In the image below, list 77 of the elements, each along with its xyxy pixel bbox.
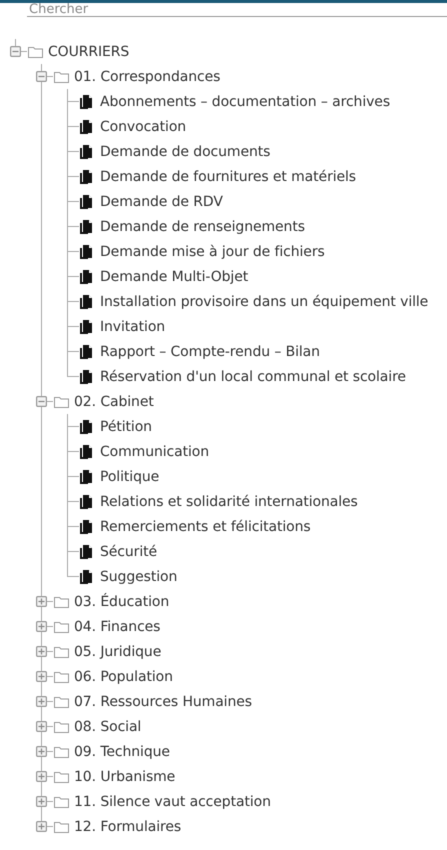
collapse-toggle-icon[interactable] (10, 46, 20, 57)
tree-item-label[interactable]: 09. Technique (74, 744, 170, 760)
folder-icon (54, 646, 69, 658)
tree-item-label[interactable]: Communication (100, 444, 210, 460)
expand-toggle-icon[interactable] (36, 596, 46, 607)
tree-item-label[interactable]: 05. Juridique (74, 644, 162, 660)
documents-icon (80, 320, 92, 334)
documents-icon (80, 120, 92, 134)
documents-icon (80, 520, 92, 534)
tree-item-label[interactable]: Demande de RDV (100, 194, 223, 210)
tree-item-label[interactable]: Installation provisoire dans un équipement ville (100, 294, 428, 310)
folder-icon (54, 746, 69, 758)
expand-toggle-icon[interactable] (36, 796, 46, 807)
tree-item-label[interactable]: 03. Éducation (74, 594, 170, 610)
collapse-toggle-icon[interactable] (36, 71, 46, 82)
tree-item-label[interactable]: 06. Population (74, 668, 173, 684)
documents-icon (80, 544, 92, 558)
expand-toggle-icon[interactable] (36, 821, 46, 832)
documents-icon (80, 170, 92, 184)
tree-item-label[interactable]: 08. Social (74, 718, 142, 734)
tree-item-label[interactable]: Réservation d'un local communal et scolaire (100, 368, 406, 384)
documents-icon (80, 370, 92, 384)
collapse-toggle-icon[interactable] (36, 396, 46, 407)
expand-toggle-icon[interactable] (36, 621, 46, 632)
documents-icon (80, 94, 92, 108)
expand-toggle-icon[interactable] (36, 696, 46, 707)
expand-toggle-icon[interactable] (36, 671, 46, 682)
documents-icon (80, 420, 92, 434)
folder-icon (54, 796, 69, 808)
documents-icon (80, 470, 92, 484)
folder-icon (54, 696, 69, 708)
documents-icon (80, 344, 92, 358)
folder-icon (54, 620, 69, 632)
documents-icon (80, 494, 92, 508)
tree-item-label[interactable]: Politique (100, 468, 160, 484)
documents-icon (80, 294, 92, 308)
expand-toggle-icon[interactable] (36, 771, 46, 782)
tree-item-label[interactable]: Abonnements – documentation – archives (100, 94, 390, 110)
expand-toggle-icon[interactable] (36, 746, 46, 757)
tree-item-label[interactable]: Demande mise à jour de fichiers (100, 244, 325, 260)
tree-item-label[interactable]: Convocation (100, 118, 186, 134)
tree-item-label[interactable]: Invitation (100, 318, 166, 334)
tree-item-label[interactable]: Rapport – Compte-rendu – Bilan (100, 344, 320, 360)
tree-item-label[interactable]: 04. Finances (74, 618, 160, 634)
tree-item-label[interactable]: Demande de renseignements (100, 218, 305, 234)
documents-icon (80, 270, 92, 284)
folder-icon (54, 70, 69, 82)
folder-icon (54, 670, 69, 682)
documents-icon (80, 244, 92, 258)
tree-item-label[interactable]: 11. Silence vaut acceptation (74, 794, 271, 810)
tree-item-label[interactable]: Demande de fournitures et matériels (100, 168, 356, 184)
tree-item-label[interactable]: Demande Multi-Objet (100, 268, 248, 284)
expand-toggle-icon[interactable] (36, 721, 46, 732)
documents-icon (80, 570, 92, 584)
documents-icon (80, 444, 92, 458)
tree-item-label[interactable]: 01. Correspondances (74, 68, 220, 84)
tree-item-label[interactable]: Sécurité (100, 544, 158, 560)
documents-icon (80, 220, 92, 234)
tree-item-label[interactable]: COURRIERS (48, 44, 130, 60)
tree-item-label[interactable]: 07. Ressources Humaines (74, 694, 252, 710)
tree-item-label[interactable]: Demande de documents (100, 144, 270, 160)
tree-item-label[interactable]: 10. Urbanisme (74, 768, 176, 784)
tree-item-label[interactable]: Pétition (100, 418, 152, 434)
tree-item-label[interactable]: 12. Formulaires (74, 818, 182, 834)
folder-icon (54, 596, 69, 608)
folder-icon (54, 820, 69, 832)
tree-item-label[interactable]: 02. Cabinet (74, 394, 154, 410)
folder-icon (28, 46, 43, 58)
documents-icon (80, 144, 92, 158)
folder-icon (54, 396, 69, 408)
tree-item-label[interactable]: Suggestion (100, 568, 178, 584)
tree-item-label[interactable]: Remerciements et félicitations (100, 518, 311, 534)
tree-item-label[interactable]: Relations et solidarité internationales (100, 494, 358, 510)
folder-icon (54, 770, 69, 782)
expand-toggle-icon[interactable] (36, 646, 46, 657)
documents-icon (80, 194, 92, 208)
folder-icon (54, 720, 69, 732)
